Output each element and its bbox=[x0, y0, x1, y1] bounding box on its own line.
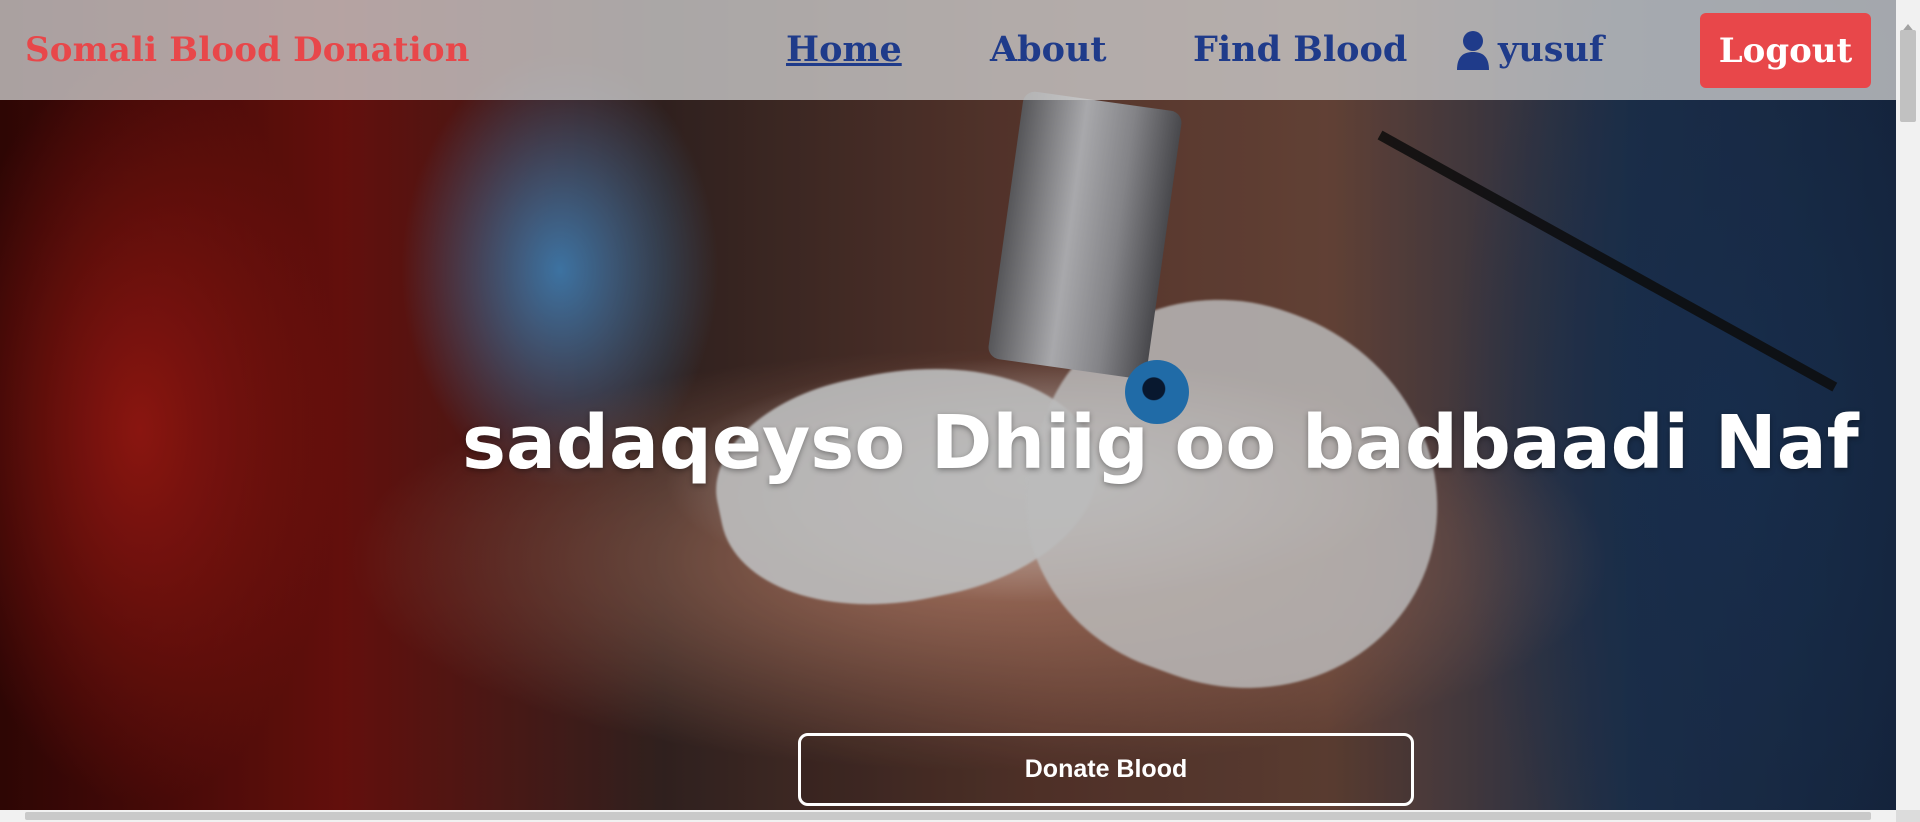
navbar: Somali Blood Donation Home About Find Bl… bbox=[0, 0, 1896, 100]
username-label: yusuf bbox=[1498, 29, 1604, 70]
scrollbar-corner bbox=[1896, 810, 1920, 822]
vertical-scroll-thumb[interactable] bbox=[1900, 30, 1916, 122]
donate-blood-button[interactable]: Donate Blood bbox=[798, 733, 1414, 806]
user-menu[interactable]: yusuf bbox=[1456, 29, 1604, 70]
viewport: Somali Blood Donation Home About Find Bl… bbox=[0, 0, 1896, 810]
user-icon bbox=[1457, 30, 1489, 70]
logout-button[interactable]: Logout bbox=[1700, 13, 1871, 88]
horizontal-scrollbar[interactable] bbox=[0, 810, 1896, 822]
horizontal-scroll-thumb[interactable] bbox=[25, 812, 1871, 820]
hero-tagline: sadaqeyso Dhiig oo badbaadi Naf bbox=[462, 400, 1859, 486]
nav-link-home[interactable]: Home bbox=[786, 29, 902, 70]
nav-link-about[interactable]: About bbox=[990, 29, 1107, 70]
brand-logo-text[interactable]: Somali Blood Donation bbox=[25, 30, 470, 70]
nav-link-find-blood[interactable]: Find Blood bbox=[1193, 29, 1407, 70]
vertical-scrollbar[interactable] bbox=[1896, 0, 1920, 810]
